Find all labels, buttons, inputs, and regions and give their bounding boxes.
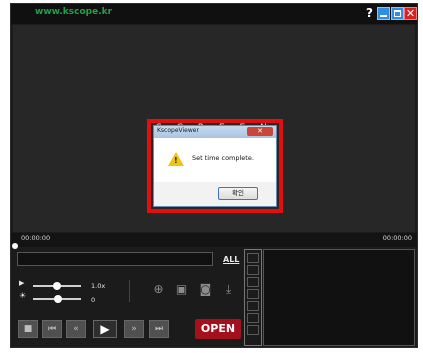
filmstrip-frame bbox=[247, 313, 259, 323]
dialog-title: KscopeViewer bbox=[157, 127, 199, 134]
speed-slider-handle[interactable] bbox=[53, 282, 61, 290]
fast-forward-button[interactable]: » bbox=[124, 320, 144, 338]
rewind-button[interactable]: « bbox=[66, 320, 86, 338]
viewer-window: www.kscope.kr ? ✕ S C R E E N KscopeView… bbox=[10, 3, 418, 348]
play-button[interactable]: ▶ bbox=[93, 320, 117, 338]
help-button[interactable]: ? bbox=[363, 7, 376, 20]
dialog-ok-button[interactable]: 확인 bbox=[218, 187, 258, 200]
download-icon[interactable]: ⤓ bbox=[222, 283, 235, 296]
search-input[interactable] bbox=[17, 252, 213, 266]
divider bbox=[129, 280, 130, 302]
speed-value: 1.0x bbox=[91, 282, 106, 290]
seek-handle[interactable] bbox=[12, 243, 18, 249]
dialog-title-bar: KscopeViewer ✕ bbox=[154, 126, 276, 138]
filmstrip-frame bbox=[247, 253, 259, 263]
brightness-value: 0 bbox=[91, 296, 96, 304]
minimize-button[interactable] bbox=[377, 7, 390, 20]
skip-start-button[interactable]: ⏮ bbox=[42, 320, 62, 338]
save-icon[interactable]: ◙ bbox=[199, 283, 212, 296]
brightness-slider-handle[interactable] bbox=[54, 295, 62, 303]
site-label[interactable]: www.kscope.kr bbox=[35, 7, 112, 17]
brightness-icon: ☀ bbox=[19, 291, 27, 300]
dialog-close-button[interactable]: ✕ bbox=[247, 127, 273, 136]
zoom-in-icon[interactable]: ⊕ bbox=[152, 283, 165, 296]
filmstrip-frame bbox=[247, 301, 259, 311]
filmstrip-frame bbox=[247, 325, 259, 335]
dialog-body: ! Set time complete. bbox=[154, 138, 276, 182]
title-bar: www.kscope.kr ? ✕ bbox=[11, 4, 417, 24]
close-button[interactable]: ✕ bbox=[404, 7, 417, 20]
skip-end-button[interactable]: ⏭ bbox=[149, 320, 169, 338]
warning-mark: ! bbox=[174, 156, 178, 165]
open-button[interactable]: OPEN bbox=[195, 319, 241, 339]
current-time: 00:00:00 bbox=[21, 234, 51, 242]
dialog-message: Set time complete. bbox=[192, 154, 254, 162]
filmstrip bbox=[244, 249, 262, 346]
maximize-button[interactable] bbox=[391, 7, 404, 20]
preview-panel bbox=[263, 249, 415, 346]
total-time: 00:00:00 bbox=[382, 234, 412, 242]
filmstrip-frame bbox=[247, 277, 259, 287]
filmstrip-frame bbox=[247, 289, 259, 299]
seek-bar[interactable]: 00:00:00 00:00:00 bbox=[11, 233, 417, 249]
stop-button[interactable]: ■ bbox=[18, 320, 38, 338]
message-dialog: KscopeViewer ✕ ! Set time complete. 확인 bbox=[153, 125, 277, 207]
filmstrip-frame bbox=[247, 265, 259, 275]
all-link[interactable]: ALL bbox=[223, 255, 239, 264]
speed-icon: ▶ bbox=[19, 279, 25, 287]
print-icon[interactable]: ▣ bbox=[175, 283, 188, 296]
